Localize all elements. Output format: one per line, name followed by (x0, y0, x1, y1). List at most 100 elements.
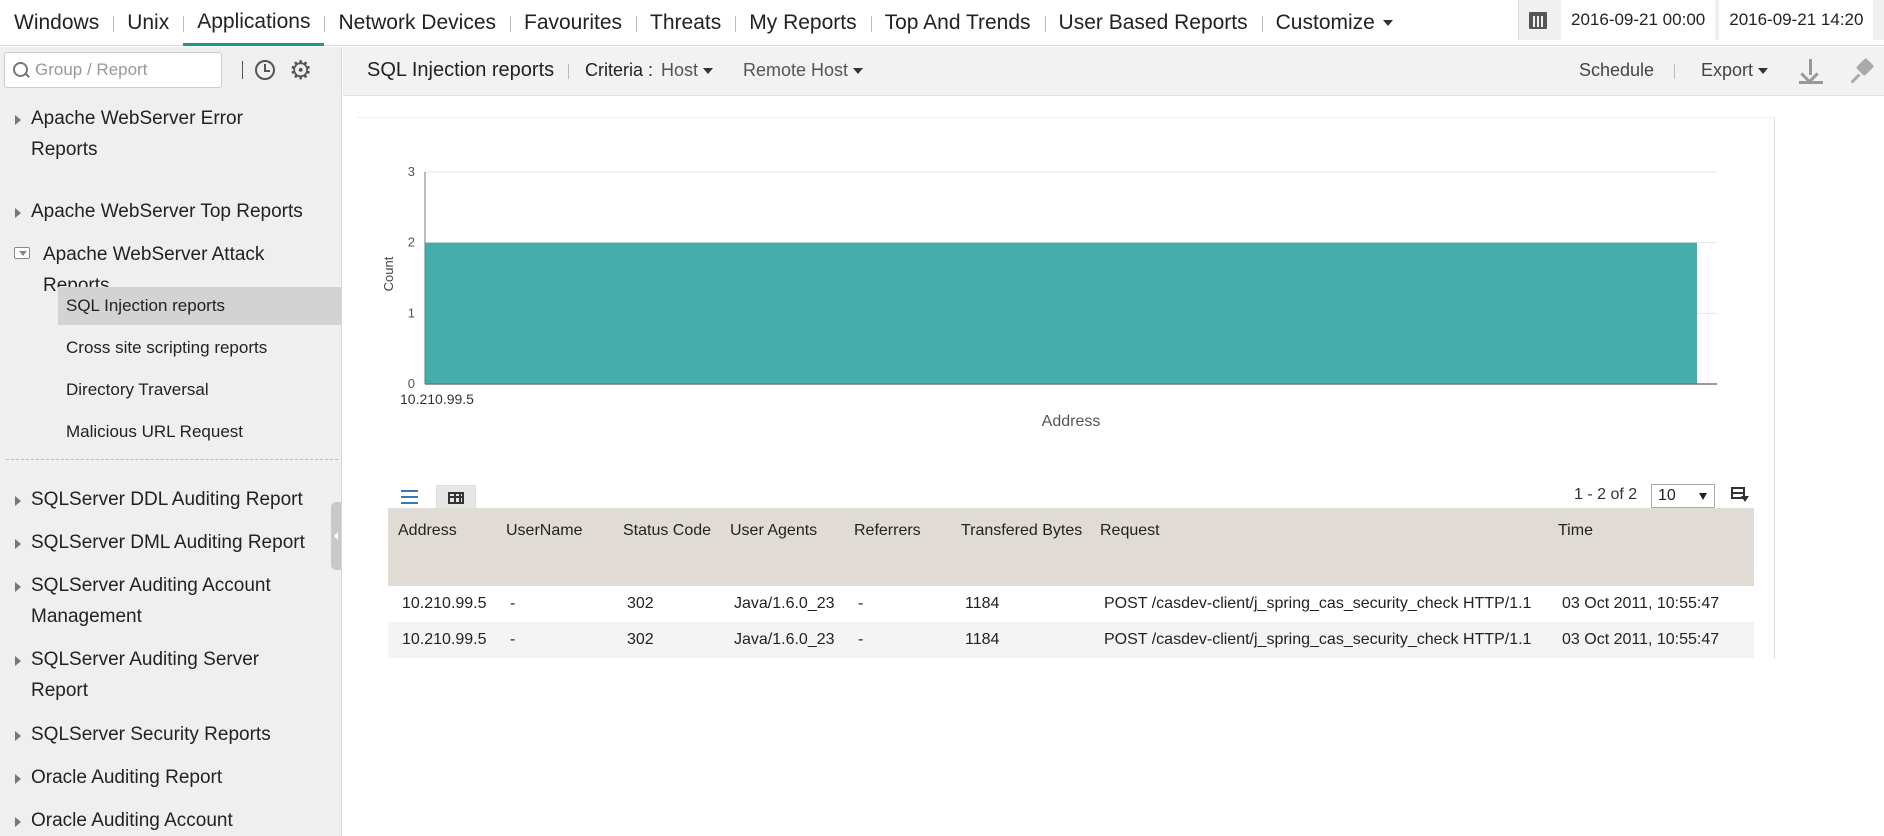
export-button[interactable]: Export (1701, 47, 1769, 94)
toolbar-divider (242, 61, 243, 79)
cell-username: - (496, 586, 613, 622)
cell-status-code: 302 (613, 622, 720, 658)
remote-host-dropdown[interactable]: Remote Host (743, 47, 864, 94)
tab-top-and-trends[interactable]: Top And Trends (870, 0, 1045, 46)
criteria-dropdown[interactable]: Host (661, 47, 714, 94)
column-header-user-agents[interactable]: User Agents (720, 508, 844, 586)
report-sidebar: ⚙ Apache WebServer Error Reports Apache … (0, 47, 342, 836)
sidebar-item-directory-traversal[interactable]: Directory Traversal (58, 371, 341, 409)
remote-host-label: Remote Host (743, 60, 849, 80)
expand-arrow-icon (15, 539, 21, 549)
tree-group-apache-error[interactable]: Apache WebServer Error Reports (0, 103, 341, 165)
cell-referrer: - (844, 622, 951, 658)
x-axis-label: Address (1042, 413, 1101, 430)
page-size-select[interactable]: 10 (1651, 484, 1715, 508)
download-icon[interactable] (1799, 59, 1823, 83)
tab-applications[interactable]: Applications (183, 0, 325, 46)
tree-group-label: Oracle Auditing Report (31, 767, 223, 788)
sidebar-collapse-handle[interactable] (331, 502, 341, 570)
cell-bytes: 1184 (951, 586, 1090, 622)
cell-request: POST /casdev-client/j_spring_cas_securit… (1090, 586, 1548, 622)
gear-icon[interactable]: ⚙ (289, 57, 312, 83)
download-icon-base (1799, 81, 1823, 84)
tab-windows[interactable]: Windows (0, 0, 113, 46)
sidebar-toolbar: ⚙ (4, 51, 312, 89)
search-input[interactable] (35, 60, 215, 80)
column-header-transfered-bytes[interactable]: Transfered Bytes (951, 508, 1090, 586)
y-tick-label: 3 (408, 164, 415, 179)
column-header-referrers[interactable]: Referrers (844, 508, 951, 586)
cell-username: - (496, 622, 613, 658)
cell-user-agent: Java/1.6.0_23 (720, 622, 844, 658)
search-box[interactable] (4, 52, 222, 88)
bar-chart: 0 1 2 3 10.210.99.5 Address Count (381, 164, 1717, 430)
date-range-start[interactable]: 2016-09-21 00:00 (1561, 0, 1716, 40)
y-tick-label: 2 (408, 235, 415, 250)
customize-menu[interactable]: Customize (1261, 0, 1407, 46)
tree-group-oracle-account[interactable]: Oracle Auditing Account (0, 805, 341, 836)
y-tick-label: 1 (408, 305, 415, 320)
tree-group-sqlserver-dml[interactable]: SQLServer DML Auditing Report (0, 527, 341, 558)
column-header-time[interactable]: Time (1548, 508, 1754, 586)
sidebar-item-sql-injection[interactable]: SQL Injection reports (58, 287, 341, 325)
chevron-down-icon (853, 67, 864, 74)
column-header-request[interactable]: Request (1090, 508, 1548, 586)
tree-group-label: SQLServer Auditing Account Management (31, 575, 271, 627)
tree-group-label: SQLServer DML Auditing Report (31, 532, 305, 553)
cell-time: 03 Oct 2011, 10:55:47 (1548, 622, 1754, 658)
tree-group-label: SQLServer Security Reports (31, 724, 271, 745)
chevron-down-icon (1382, 20, 1393, 26)
table-row[interactable]: 10.210.99.5 - 302 Java/1.6.0_23 - 1184 P… (388, 586, 1754, 622)
cell-request: POST /casdev-client/j_spring_cas_securit… (1090, 622, 1548, 658)
expand-arrow-icon (15, 208, 21, 218)
expand-arrow-icon (15, 656, 21, 666)
tree-group-oracle-auditing[interactable]: Oracle Auditing Report (0, 762, 341, 793)
expand-arrow-icon (15, 496, 21, 506)
tree-group-sqlserver-account[interactable]: SQLServer Auditing Account Management (0, 570, 341, 632)
page-size-value: 10 (1658, 487, 1676, 504)
date-range-picker[interactable]: 2016-09-21 00:00 2016-09-21 14:20 (1518, 0, 1884, 40)
tree-group-label: SQLServer Auditing Server Report (31, 649, 260, 701)
customize-label: Customize (1275, 11, 1375, 34)
tab-network-devices[interactable]: Network Devices (324, 0, 510, 46)
calendar-icon[interactable] (1519, 0, 1557, 40)
tree-group-sqlserver-server[interactable]: SQLServer Auditing Server Report (0, 644, 341, 706)
column-header-status-code[interactable]: Status Code (613, 508, 720, 586)
tab-threats[interactable]: Threats (636, 0, 735, 46)
criteria-value: Host (661, 60, 699, 80)
date-range-end[interactable]: 2016-09-21 14:20 (1719, 0, 1874, 40)
table-view-icon[interactable] (436, 485, 476, 509)
history-clock-icon[interactable] (255, 60, 275, 80)
schedule-button[interactable]: Schedule (1579, 47, 1654, 94)
cell-time: 03 Oct 2011, 10:55:47 (1548, 586, 1754, 622)
header-divider (568, 64, 569, 79)
chevron-down-icon (703, 67, 714, 74)
expand-arrow-icon (15, 731, 21, 741)
cell-referrer: - (844, 586, 951, 622)
criteria-label: Criteria : (585, 60, 654, 80)
sidebar-item-malicious-url[interactable]: Malicious URL Request (58, 413, 341, 451)
pagination-summary: 1 - 2 of 2 (1574, 486, 1638, 503)
chevron-down-icon (1758, 67, 1769, 74)
tab-user-based-reports[interactable]: User Based Reports (1044, 0, 1262, 46)
tree-group-apache-top[interactable]: Apache WebServer Top Reports (0, 196, 341, 227)
y-axis-label: Count (381, 256, 396, 291)
report-header: SQL Injection reports Criteria : Host Re… (343, 47, 1884, 96)
page-title: SQL Injection reports (367, 59, 555, 81)
tree-divider (6, 459, 338, 460)
expand-arrow-icon (15, 817, 21, 827)
list-view-icon[interactable] (399, 488, 421, 506)
table-row[interactable]: 10.210.99.5 - 302 Java/1.6.0_23 - 1184 P… (388, 622, 1754, 658)
column-chooser-icon[interactable] (1730, 486, 1750, 504)
tree-group-sqlserver-security[interactable]: SQLServer Security Reports (0, 719, 341, 750)
cell-address: 10.210.99.5 (388, 586, 496, 622)
column-header-address[interactable]: Address (388, 508, 496, 586)
sidebar-item-xss[interactable]: Cross site scripting reports (58, 329, 341, 367)
pin-icon[interactable] (1850, 57, 1877, 84)
tab-favourites[interactable]: Favourites (510, 0, 636, 46)
tab-unix[interactable]: Unix (113, 0, 183, 46)
tab-my-reports[interactable]: My Reports (735, 0, 870, 46)
tree-group-label: Oracle Auditing Account (31, 810, 233, 831)
tree-group-sqlserver-ddl[interactable]: SQLServer DDL Auditing Report (0, 484, 341, 515)
column-header-username[interactable]: UserName (496, 508, 613, 586)
